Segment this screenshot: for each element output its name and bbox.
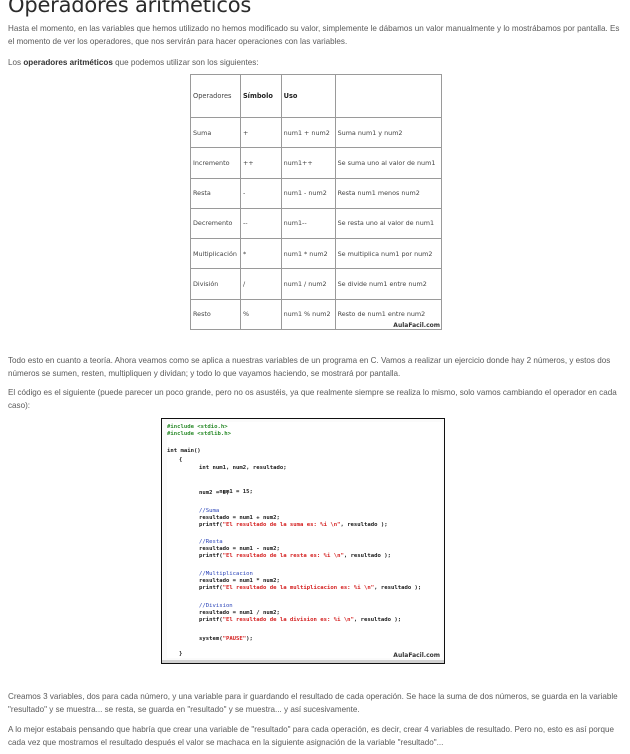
code-comment: //Suma [199,508,220,514]
table-header-cell: Símbolo [239,74,282,118]
table-cell: Suma num1 y num2 [334,116,443,149]
table-cell: Se suma uno al valor de num1 [334,147,443,179]
table-cell: num1 % num2 [280,298,336,331]
code-token: printf( [199,522,223,528]
code-line: resultado = num1 * num2; [199,578,280,584]
code-line: system("PAUSE"); [199,636,253,643]
table-cell: Incremento [190,147,241,179]
table-cell: num1 + num2 [280,116,336,149]
table-cell: * [239,238,282,270]
table-cell: -- [239,207,282,240]
lead-bold: operadores aritméticos [23,58,113,67]
table-header-cell: Operadores [190,74,241,118]
table-cell: Se divide num1 entre num2 [334,268,443,300]
explanation-paragraph-2: A lo mejor estabais pensando que habría … [8,725,614,747]
code-string: "El resultado de la suma es: %i \n" [222,522,341,528]
code-token: , resultado ); [340,522,388,528]
code-token: printf( [199,617,223,623]
code-line: int num1, num2, resultado; [199,465,287,471]
table-row: Incremento ++ num1++ Se suma uno al valo… [190,147,443,179]
table-header-cell: Uso [280,74,336,118]
code-line: num2 = 8; [199,490,230,496]
table-header-cell [334,74,443,118]
code-token: printf( [199,585,223,591]
table-cell: - [239,177,282,209]
code-comment: //Multiplicacion [199,571,253,577]
code-line: printf("El resultado de la resta es: %i … [199,553,391,560]
table-cell: % [239,298,282,331]
table-cell: num1++ [280,147,336,179]
table-row: División / num1 / num2 Se divide num1 en… [190,268,443,300]
code-line: printf("El resultado de la division es: … [199,617,401,624]
code-intro-paragraph: El código es el siguiente (puede parecer… [8,388,617,410]
table-row: Decremento -- num1-- Se resta uno al val… [190,207,443,240]
code-token: , resultado ); [353,617,402,623]
code-line: resultado = num1 + num2; [199,515,280,521]
table-cell: num1 / num2 [280,268,336,300]
code-line: #include <stdlib.h> [167,431,231,437]
operators-table: Operadores Símbolo Uso Suma + num1 + num… [190,74,443,331]
code-token: printf( [199,553,223,559]
code-token: , resultado ); [374,585,422,591]
table-row: Resta - num1 - num2 Resta num1 menos num… [190,177,443,209]
code-token: , resultado ); [343,553,391,559]
table-cell: Suma [190,116,241,149]
code-line: #include <stdio.h> [167,424,228,430]
code-string: "El resultado de la multiplicacion es: %… [222,585,375,591]
code-line: resultado = num1 / num2; [199,610,280,616]
code-line: { [179,457,183,463]
table-cell: Se resta uno al valor de num1 [334,207,443,240]
lead-paragraph: Los operadores aritméticos que podemos u… [8,56,620,69]
code-screenshot: #include <stdio.h> #include <stdlib.h> i… [161,418,445,664]
code-line: printf("El resultado de la multiplicacio… [199,585,421,592]
lead-prefix: Los [8,58,24,67]
lead-suffix: que podemos utilizar son los siguientes: [112,58,259,67]
code-line: int main() [167,448,201,454]
table-cell: + [239,116,282,149]
theory-paragraph: Todo esto en cuanto a teoría. Ahora veam… [8,356,611,378]
code-comment: //Division [199,603,233,609]
table-cell: num1 * num2 [280,238,336,270]
table-cell: Resta [190,177,241,209]
table-cell: Resta num1 menos num2 [334,177,443,209]
table-row: Multiplicación * num1 * num2 Se multipli… [190,238,443,270]
table-header-row: Operadores Símbolo Uso [190,74,443,118]
code-editor-area: #include <stdio.h> #include <stdlib.h> i… [167,422,442,658]
code-string: "El resultado de la resta es: %i \n" [222,553,344,559]
table-cell: Resto [190,298,241,331]
code-string: "El resultado de la division es: %i \n" [222,617,354,623]
table-cell: ++ [239,147,282,179]
table-cell: División [190,268,241,300]
table-cell: num1 - num2 [280,177,336,209]
page-title: Operadores aritméticos [8,0,252,17]
explanation-paragraph: Creamos 3 variables, dos para cada númer… [8,692,618,714]
code-line: } [179,651,183,657]
table-row: Suma + num1 + num2 Suma num1 y num2 [190,116,443,149]
code-token: ); [246,636,253,642]
code-line: resultado = num1 - num2; [199,546,280,552]
code-watermark: AulaFacil.com [393,652,440,659]
operators-table-image: Operadores Símbolo Uso Suma + num1 + num… [190,74,443,331]
code-scrollbar [162,660,444,663]
table-cell: Se multiplica num1 por num2 [334,238,443,270]
table-cell: Multiplicación [190,238,241,270]
table-watermark: AulaFacil.com [393,322,440,329]
code-string: "PAUSE" [222,636,247,642]
table-cell: / [239,268,282,300]
table-cell: Decremento [190,207,241,240]
code-token: system( [199,636,223,642]
code-comment: //Resta [199,539,223,545]
table-cell: num1-- [280,207,336,240]
code-line: printf("El resultado de la suma es: %i \… [199,522,388,529]
intro-paragraph: Hasta el momento, en las variables que h… [8,24,620,46]
